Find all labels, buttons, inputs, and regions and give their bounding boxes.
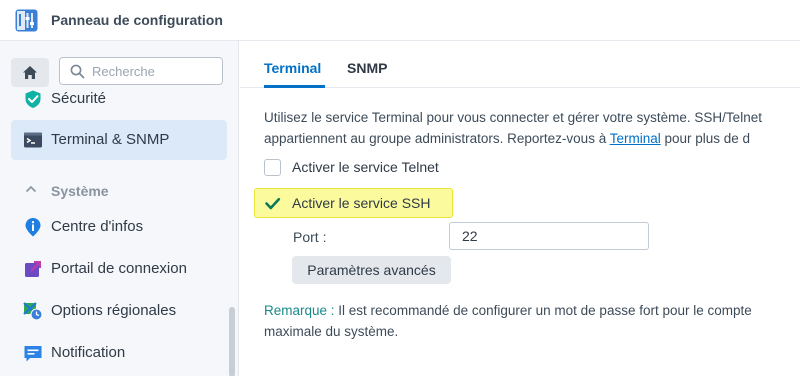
portal-arrow-icon — [25, 261, 41, 277]
sidebar-item-options-regionales[interactable]: Options régionales — [11, 291, 227, 331]
port-input[interactable] — [449, 222, 649, 250]
ssh-label: Activer le service SSH — [292, 195, 431, 211]
shield-check-icon — [25, 90, 41, 108]
note-text: Remarque : Il est recommandé de configur… — [264, 300, 800, 342]
sidebar-item-securite[interactable]: Sécurité — [11, 79, 227, 119]
window-title: Panneau de configuration — [51, 12, 223, 28]
description-line-1: Utilisez le service Terminal pour vous c… — [264, 110, 762, 125]
sidebar-item-terminal[interactable]: Terminal & SNMP — [11, 120, 227, 160]
sidebar-item-label: Options régionales — [51, 302, 177, 319]
checkmark-icon — [265, 197, 281, 209]
advanced-settings-button[interactable]: Paramètres avancés — [292, 256, 451, 284]
title-bar: Panneau de configuration — [0, 0, 800, 41]
section-header-systeme[interactable]: Système — [25, 181, 225, 201]
telnet-label: Activer le service Telnet — [292, 159, 439, 175]
globe-clock-icon — [23, 302, 43, 321]
description-line-2-start: appartiennent au groupe administrators. … — [264, 131, 610, 146]
telnet-checkbox[interactable] — [264, 158, 281, 176]
note-label: Remarque : — [264, 303, 335, 318]
port-label: Port : — [293, 229, 327, 245]
sidebar: Sécurité Terminal & SNMP Système Centre … — [0, 41, 239, 376]
description-line-2-end: pour plus de d — [660, 131, 751, 146]
tab-terminal[interactable]: Terminal — [264, 60, 321, 76]
sidebar-item-portail[interactable]: Portail de connexion — [11, 249, 227, 289]
tab-bar: Terminal SNMP — [240, 41, 800, 88]
note-line-1-text: Il est recommandé de configurer un mot d… — [334, 303, 752, 318]
chevron-up-icon — [25, 185, 37, 193]
note-line-1: Remarque : Il est recommandé de configur… — [264, 300, 800, 321]
search-icon — [70, 64, 85, 79]
sidebar-item-label: Sécurité — [51, 90, 107, 107]
tab-snmp[interactable]: SNMP — [347, 60, 387, 76]
main-panel: Terminal SNMP Utilisez le service Termin… — [240, 41, 800, 376]
chat-bubble-icon — [24, 346, 42, 362]
active-tab-indicator — [264, 85, 325, 88]
ssh-checkbox[interactable] — [264, 195, 281, 212]
sidebar-item-label: Notification — [51, 344, 126, 361]
description-line-2: appartiennent au groupe administrators. … — [264, 128, 800, 149]
control-panel-icon — [15, 9, 38, 32]
ssh-option[interactable]: Activer le service SSH — [264, 191, 430, 215]
terminal-help-link[interactable]: Terminal — [610, 131, 661, 146]
sidebar-item-label: Centre d'infos — [51, 218, 144, 235]
home-icon — [23, 66, 37, 79]
sidebar-item-centre-infos[interactable]: Centre d'infos — [11, 207, 227, 247]
info-icon — [25, 218, 41, 237]
section-label: Système — [51, 183, 109, 199]
description-text: Utilisez le service Terminal pour vous c… — [264, 107, 800, 149]
sidebar-item-label: Portail de connexion — [51, 260, 187, 277]
sidebar-item-label: Terminal & SNMP — [51, 131, 170, 148]
telnet-option[interactable]: Activer le service Telnet — [264, 155, 439, 179]
terminal-icon — [24, 132, 42, 148]
sidebar-scrollbar[interactable] — [229, 307, 235, 376]
sidebar-item-notification[interactable]: Notification — [11, 333, 227, 373]
note-line-2: maximale du système. — [264, 324, 399, 339]
